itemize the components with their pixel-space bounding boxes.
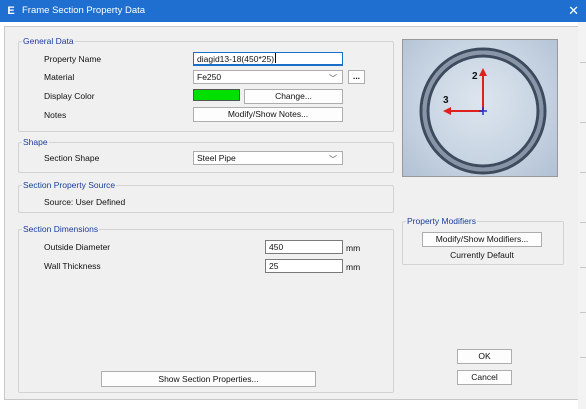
material-select-value: Fe250: [197, 72, 222, 82]
property-name-label: Property Name: [44, 54, 102, 64]
material-select[interactable]: Fe250 ﹀: [193, 70, 343, 84]
wall-thickness-input[interactable]: 25: [265, 259, 343, 273]
material-label: Material: [44, 72, 75, 82]
outside-diameter-label: Outside Diameter: [44, 242, 111, 252]
display-color-swatch: [193, 89, 240, 101]
section-preview: 2 3: [402, 39, 558, 177]
change-color-button[interactable]: Change...: [244, 89, 343, 104]
wall-thickness-unit: mm: [346, 262, 361, 272]
wall-thickness-label: Wall Thickness: [44, 261, 101, 271]
notes-label: Notes: [44, 110, 67, 120]
title-bar: E Frame Section Property Data ✕: [0, 0, 586, 22]
outside-diameter-input[interactable]: 450: [265, 240, 343, 254]
pipe-section-drawing: 2 3: [419, 47, 547, 175]
show-section-properties-button[interactable]: Show Section Properties...: [101, 371, 316, 387]
section-dimensions-legend: Section Dimensions: [22, 224, 100, 234]
property-name-input[interactable]: diagid13-18(450*25): [193, 52, 343, 66]
display-color-label: Display Color: [44, 91, 95, 101]
outside-diameter-unit: mm: [346, 243, 361, 253]
axis-3-label: 3: [443, 95, 449, 106]
modify-notes-button[interactable]: Modify/Show Notes...: [193, 107, 343, 122]
cancel-button[interactable]: Cancel: [457, 370, 512, 385]
axis-2-label: 2: [472, 71, 478, 82]
background-window-edge: [578, 22, 586, 409]
section-shape-label: Section Shape: [44, 153, 100, 163]
chevron-down-icon: ﹀: [329, 74, 337, 83]
modifiers-status: Currently Default: [450, 250, 514, 260]
close-icon[interactable]: ✕: [568, 3, 579, 19]
section-shape-select[interactable]: Steel Pipe ﹀: [193, 151, 343, 165]
property-source-legend: Section Property Source: [22, 180, 117, 190]
source-text: Source: User Defined: [44, 197, 126, 207]
modify-modifiers-button[interactable]: Modify/Show Modifiers...: [422, 232, 542, 247]
shape-legend: Shape: [22, 137, 49, 147]
app-icon: E: [7, 5, 15, 17]
material-more-button[interactable]: ...: [348, 70, 365, 84]
general-data-legend: General Data: [22, 36, 75, 46]
chevron-down-icon: ﹀: [329, 155, 337, 164]
ok-button[interactable]: OK: [457, 349, 512, 364]
section-shape-value: Steel Pipe: [197, 153, 236, 163]
property-modifiers-legend: Property Modifiers: [406, 216, 477, 226]
window-title: Frame Section Property Data: [22, 5, 146, 16]
